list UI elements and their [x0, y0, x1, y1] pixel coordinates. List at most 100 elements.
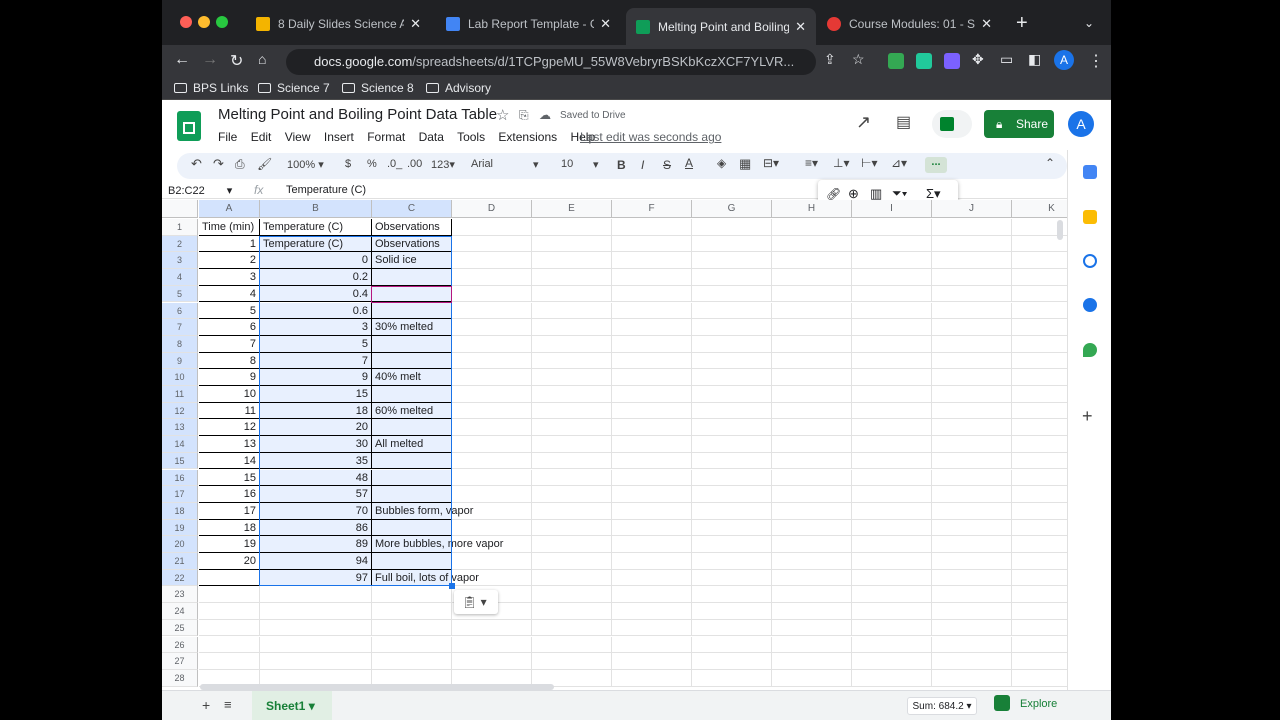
cell[interactable]: [852, 519, 932, 537]
paint-format-icon[interactable]: 🖌︎: [257, 157, 272, 171]
close-tab-icon[interactable]: ✕: [410, 16, 421, 32]
number-format-select[interactable]: 123▾: [431, 158, 455, 171]
cell[interactable]: [932, 402, 1012, 420]
cell[interactable]: [612, 235, 692, 253]
cell[interactable]: 20: [260, 419, 372, 437]
cell[interactable]: [612, 219, 692, 236]
cell[interactable]: [372, 335, 452, 353]
cell[interactable]: [932, 519, 1012, 537]
cell[interactable]: [532, 436, 612, 453]
cell[interactable]: [692, 653, 772, 670]
cell[interactable]: [852, 569, 932, 587]
cell[interactable]: [260, 586, 372, 604]
cell[interactable]: [532, 469, 612, 487]
cell[interactable]: [852, 653, 932, 670]
cell[interactable]: [852, 536, 932, 553]
row-header[interactable]: 28: [162, 669, 198, 687]
row-header[interactable]: 25: [162, 619, 198, 637]
cell[interactable]: 13: [199, 436, 260, 453]
cell[interactable]: [692, 285, 772, 303]
cell[interactable]: [612, 352, 692, 370]
cell[interactable]: [612, 536, 692, 553]
row-header[interactable]: 26: [162, 636, 198, 654]
cell[interactable]: [852, 452, 932, 470]
cell[interactable]: [692, 502, 772, 520]
cell[interactable]: [612, 252, 692, 270]
star-icon[interactable]: ☆: [496, 106, 509, 124]
cell[interactable]: [852, 335, 932, 353]
cell[interactable]: [532, 619, 612, 637]
cell[interactable]: [772, 369, 852, 386]
row-header[interactable]: 16: [162, 469, 198, 487]
cell[interactable]: [452, 252, 532, 270]
cell[interactable]: 15: [199, 469, 260, 487]
cell[interactable]: [692, 569, 772, 587]
currency-button[interactable]: $: [345, 158, 351, 170]
menu-tools[interactable]: Tools: [457, 130, 485, 144]
cell[interactable]: [932, 219, 1012, 236]
cell[interactable]: [452, 419, 532, 437]
column-header[interactable]: G: [692, 200, 772, 218]
column-header[interactable]: F: [612, 200, 692, 218]
cell[interactable]: 4: [199, 285, 260, 303]
borders-icon[interactable]: ▦: [739, 156, 751, 172]
cell[interactable]: 12: [199, 419, 260, 437]
column-header[interactable]: B: [260, 200, 372, 218]
cell[interactable]: [199, 603, 260, 620]
cell[interactable]: [260, 619, 372, 637]
row-header[interactable]: 27: [162, 653, 198, 670]
cell[interactable]: [452, 619, 532, 637]
cell[interactable]: [612, 386, 692, 403]
zoom-select[interactable]: 100% ▾: [287, 158, 324, 171]
cell[interactable]: [692, 553, 772, 570]
cell[interactable]: [532, 252, 612, 270]
cell[interactable]: [772, 219, 852, 236]
close-tab-icon[interactable]: ✕: [981, 16, 992, 32]
maps-icon[interactable]: [1083, 343, 1097, 357]
cell[interactable]: [692, 302, 772, 320]
back-icon[interactable]: ←: [174, 51, 190, 69]
row-header[interactable]: 7: [162, 319, 198, 336]
cell[interactable]: [532, 553, 612, 570]
cell[interactable]: [932, 252, 1012, 270]
row-header[interactable]: 18: [162, 502, 198, 520]
cell[interactable]: [532, 386, 612, 403]
merge-cells-icon[interactable]: ⊟▾: [763, 156, 779, 170]
cell[interactable]: [372, 653, 452, 670]
cell[interactable]: [199, 653, 260, 670]
cell[interactable]: [852, 669, 932, 687]
cell[interactable]: [772, 436, 852, 453]
bookmark-folder[interactable]: Science 7: [258, 81, 330, 95]
cell[interactable]: All melted: [372, 436, 452, 453]
decrease-decimal-button[interactable]: .0_: [387, 158, 402, 170]
cell[interactable]: 3: [199, 269, 260, 286]
add-sheet-icon[interactable]: +: [202, 697, 210, 713]
cell[interactable]: [932, 235, 1012, 253]
cell[interactable]: [932, 436, 1012, 453]
cell[interactable]: [772, 619, 852, 637]
cell[interactable]: [612, 636, 692, 654]
row-header[interactable]: 24: [162, 603, 198, 620]
cell[interactable]: 0.6: [260, 302, 372, 320]
cell[interactable]: [772, 402, 852, 420]
cell[interactable]: [852, 586, 932, 604]
cell[interactable]: [372, 603, 452, 620]
cast-icon[interactable]: ▭: [1000, 51, 1013, 68]
cell[interactable]: [452, 519, 532, 537]
cell[interactable]: [452, 636, 532, 654]
cell[interactable]: [772, 319, 852, 336]
cell[interactable]: [452, 219, 532, 236]
cell[interactable]: [452, 302, 532, 320]
cell[interactable]: [372, 619, 452, 637]
align-left-icon[interactable]: ≡▾: [805, 156, 818, 170]
cell[interactable]: [692, 619, 772, 637]
vertical-scrollbar[interactable]: [1057, 220, 1063, 240]
cell[interactable]: [852, 419, 932, 437]
cell[interactable]: [612, 419, 692, 437]
extension-icon[interactable]: [916, 53, 932, 69]
cell[interactable]: [532, 319, 612, 336]
cell[interactable]: [692, 386, 772, 403]
tasks-icon[interactable]: [1083, 254, 1097, 268]
cell[interactable]: [852, 352, 932, 370]
cell[interactable]: [612, 369, 692, 386]
